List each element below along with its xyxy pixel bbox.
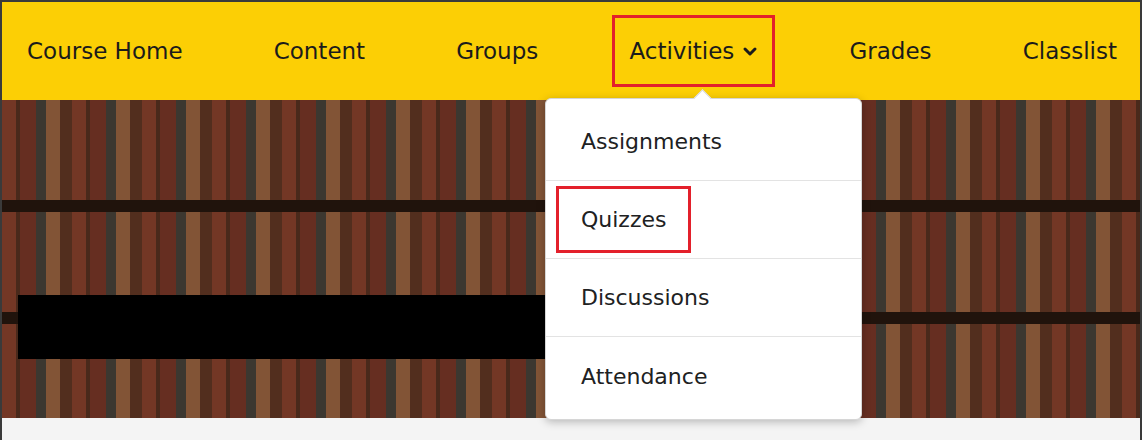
nav-item[interactable]: Classlist <box>1006 15 1134 87</box>
nav-item[interactable]: Course Home <box>10 15 200 87</box>
menu-item[interactable]: Assignments <box>546 103 861 181</box>
navbar: Course Home Content Groups Activities Grades… <box>2 2 1140 100</box>
menu-item[interactable]: Attendance <box>546 337 861 415</box>
chevron-down-icon <box>742 45 758 57</box>
nav-item[interactable]: Grades <box>832 15 948 87</box>
nav-item[interactable]: Content <box>257 15 382 87</box>
page-background <box>2 418 1140 440</box>
course-page: Course Home Content Groups Activities Grades… <box>0 0 1142 440</box>
menu-item[interactable]: Discussions <box>546 259 861 337</box>
nav-item[interactable]: Activities <box>612 15 775 87</box>
dropdown-menu: AssignmentsQuizzesDiscussionsAttendance <box>545 98 862 420</box>
menu-item[interactable]: Quizzes <box>546 181 861 259</box>
nav-item[interactable]: Groups <box>439 15 555 87</box>
redaction-block <box>18 295 546 359</box>
